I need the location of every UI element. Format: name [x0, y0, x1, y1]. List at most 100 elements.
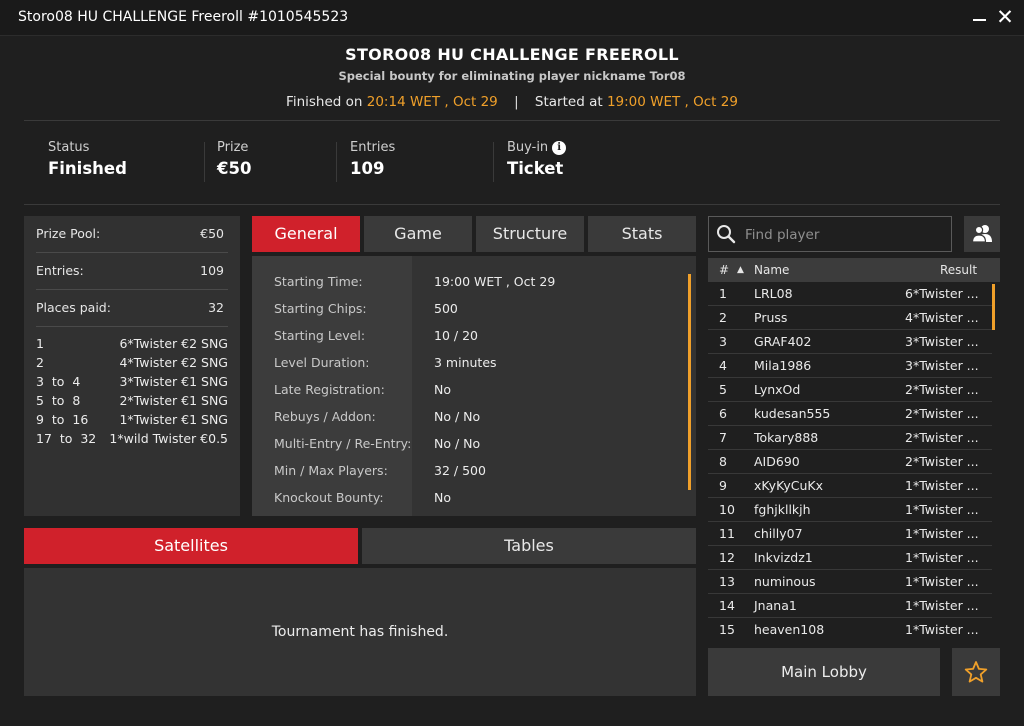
tab-stats[interactable]: Stats: [588, 216, 696, 252]
col-result[interactable]: Result: [940, 263, 977, 277]
prize-value: €50: [217, 159, 252, 178]
times-separator: |: [514, 94, 519, 110]
places-paid-row: Places paid: 32: [36, 300, 224, 315]
divider: [24, 204, 1000, 205]
player-rank: 9: [719, 478, 727, 493]
player-name: Inkvizdz1: [754, 550, 813, 565]
player-row[interactable]: 6 kudesan555 2*Twister ...: [708, 402, 992, 426]
tab-structure[interactable]: Structure: [476, 216, 584, 252]
payout-place: 3 to 4: [36, 374, 81, 389]
tab-satellites[interactable]: Satellites: [24, 528, 358, 564]
general-scrollbar[interactable]: [688, 274, 691, 490]
general-value: 32 / 500: [434, 463, 486, 478]
star-icon: [964, 661, 988, 683]
payout-place: 17 to 32: [36, 431, 97, 446]
prize-panel: Prize Pool: €50 Entries: 109 Places paid…: [24, 216, 240, 516]
general-value: No / No: [434, 436, 481, 451]
minimize-button[interactable]: [970, 6, 990, 28]
player-result: 1*Twister ...: [905, 598, 979, 613]
player-rank: 1: [719, 286, 727, 301]
general-value: No: [434, 490, 451, 505]
entries-block: Entries 109: [350, 140, 395, 178]
player-name: xKyKyCuKx: [754, 478, 824, 493]
player-name: LynxOd: [754, 382, 801, 397]
player-row[interactable]: 10 fghjkllkjh 1*Twister ...: [708, 498, 992, 522]
player-row[interactable]: 7 Tokary888 2*Twister ...: [708, 426, 992, 450]
row-label: Places paid:: [36, 300, 111, 315]
divider: [204, 142, 205, 182]
general-value: No / No: [434, 409, 481, 424]
tab-game[interactable]: Game: [364, 216, 472, 252]
general-key: Starting Time:: [274, 274, 363, 289]
player-result: 1*Twister ...: [905, 478, 979, 493]
row-label: Entries:: [36, 263, 84, 278]
player-rank: 8: [719, 454, 727, 469]
sort-asc-icon[interactable]: ▲: [737, 265, 744, 275]
player-rank: 12: [719, 550, 735, 565]
player-result: 3*Twister ...: [905, 334, 979, 349]
info-icon[interactable]: i: [552, 141, 567, 155]
col-name[interactable]: Name: [754, 263, 789, 277]
divider: [36, 252, 228, 253]
players-button[interactable]: [964, 216, 1000, 252]
general-key: Starting Chips:: [274, 301, 367, 316]
player-list-scrollbar[interactable]: [992, 284, 995, 330]
player-row[interactable]: 2 Pruss 4*Twister ...: [708, 306, 992, 330]
general-value: 19:00 WET , Oct 29: [434, 274, 556, 289]
player-result: 2*Twister ...: [905, 454, 979, 469]
player-rank: 3: [719, 334, 727, 349]
player-row[interactable]: 15 heaven108 1*Twister ...: [708, 618, 992, 640]
status-value: Finished: [48, 159, 127, 178]
player-row[interactable]: 12 Inkvizdz1 1*Twister ...: [708, 546, 992, 570]
general-row: Min / Max Players: 32 / 500: [252, 463, 692, 490]
finished-label: Finished on: [286, 94, 363, 110]
player-row[interactable]: 11 chilly07 1*Twister ...: [708, 522, 992, 546]
player-list: 1 LRL08 6*Twister ... 2 Pruss 4*Twister ... …: [708, 282, 1000, 640]
player-row[interactable]: 3 GRAF402 3*Twister ...: [708, 330, 992, 354]
status-label: Status: [48, 140, 90, 155]
payout-row: 9 to 16 1*Twister €1 SNG: [36, 412, 228, 431]
payout-place: 2: [36, 355, 44, 370]
main-lobby-button[interactable]: Main Lobby: [708, 648, 940, 696]
divider: [336, 142, 337, 182]
general-row: Starting Level: 10 / 20: [252, 328, 692, 355]
player-name: fghjkllkjh: [754, 502, 811, 517]
close-button[interactable]: ✕: [994, 5, 1016, 29]
player-name: Mila1986: [754, 358, 812, 373]
tab-general[interactable]: General: [252, 216, 360, 252]
general-row: Late Registration: No: [252, 382, 692, 409]
player-name: GRAF402: [754, 334, 812, 349]
player-row[interactable]: 13 numinous 1*Twister ...: [708, 570, 992, 594]
col-num[interactable]: #: [719, 263, 729, 277]
player-result: 4*Twister ...: [905, 310, 979, 325]
divider: [36, 289, 228, 290]
player-row[interactable]: 14 Jnana1 1*Twister ...: [708, 594, 992, 618]
row-value: 109: [200, 263, 224, 278]
finished-time: 20:14 WET , Oct 29: [366, 94, 498, 110]
player-row[interactable]: 1 LRL08 6*Twister ...: [708, 282, 992, 306]
search-input[interactable]: [745, 225, 945, 245]
minimize-icon: [973, 19, 986, 21]
players-icon: [971, 225, 992, 243]
player-result: 2*Twister ...: [905, 430, 979, 445]
player-row[interactable]: 9 xKyKyCuKx 1*Twister ...: [708, 474, 992, 498]
payout-place: 5 to 8: [36, 393, 81, 408]
buyin-value: Ticket: [507, 159, 564, 178]
divider: [493, 142, 494, 182]
payout-row: 1 6*Twister €2 SNG: [36, 336, 228, 355]
player-row[interactable]: 8 AID690 2*Twister ...: [708, 450, 992, 474]
player-result: 2*Twister ...: [905, 406, 979, 421]
tab-tables[interactable]: Tables: [362, 528, 696, 564]
general-row: Level Duration: 3 minutes: [252, 355, 692, 382]
player-name: kudesan555: [754, 406, 831, 421]
general-key: Rebuys / Addon:: [274, 409, 376, 424]
player-result: 3*Twister ...: [905, 358, 979, 373]
search-box[interactable]: [708, 216, 952, 252]
player-name: Jnana1: [754, 598, 797, 613]
satellites-panel: Tournament has finished.: [24, 568, 696, 696]
player-row[interactable]: 5 LynxOd 2*Twister ...: [708, 378, 992, 402]
row-label: Prize Pool:: [36, 226, 101, 241]
favorite-button[interactable]: [952, 648, 1000, 696]
payout-place: 1: [36, 336, 44, 351]
player-row[interactable]: 4 Mila1986 3*Twister ...: [708, 354, 992, 378]
